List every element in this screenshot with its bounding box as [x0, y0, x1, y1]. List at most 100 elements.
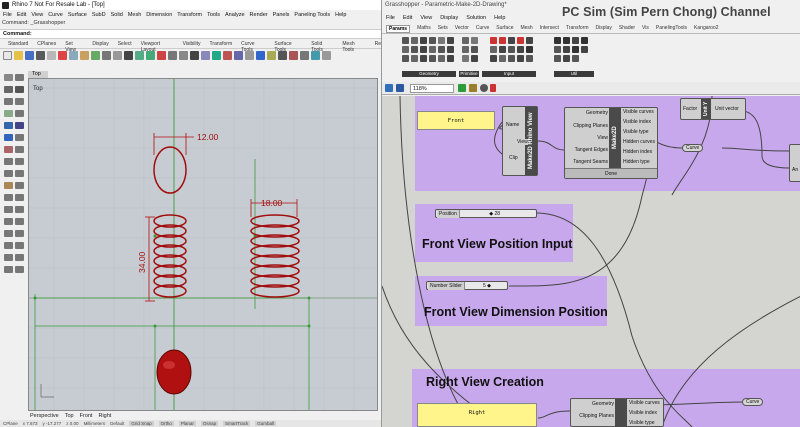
viewport-tab-top[interactable]: Top	[65, 413, 74, 419]
param-subd-icon[interactable]	[447, 55, 454, 62]
output-unit-vector-port[interactable]: Unit vector	[715, 106, 739, 112]
arc-icon[interactable]	[4, 110, 13, 117]
toolbar-tab-set-view[interactable]: Set View	[65, 41, 83, 53]
output-visible-type-port[interactable]: Visible type	[623, 129, 648, 135]
input-clock-icon[interactable]	[526, 46, 533, 53]
right-input-clipping-planes-port[interactable]: Clipping Planes	[574, 413, 614, 419]
polygon-icon[interactable]	[15, 122, 24, 129]
param-twisted-box-icon[interactable]	[411, 55, 418, 62]
input-spinner-icon[interactable]	[517, 55, 524, 62]
rotate-view-icon[interactable]	[113, 51, 122, 60]
input-slider-icon[interactable]	[508, 37, 515, 44]
gumball-icon[interactable]	[289, 51, 298, 60]
param-line-icon[interactable]	[402, 46, 409, 53]
cut-icon[interactable]	[58, 51, 67, 60]
boolean-icon[interactable]	[4, 182, 13, 189]
more-tools-icon[interactable]	[322, 51, 331, 60]
ellipse-icon[interactable]	[15, 110, 24, 117]
toolbar-tab-solid-tools[interactable]: Solid Tools	[311, 41, 333, 53]
toolbar-tab-curve-tools[interactable]: Curve Tools	[241, 41, 265, 53]
output-hidden-curves-port[interactable]: Hidden curves	[623, 139, 655, 145]
input-geometry-port[interactable]: Geometry	[568, 110, 608, 116]
input-factor-port[interactable]: Factor	[683, 106, 697, 112]
gh-tab-mesh[interactable]: Mesh	[520, 25, 532, 33]
print-icon[interactable]	[36, 51, 45, 60]
input-tangent-edges-port[interactable]: Tangent Edges	[568, 147, 608, 153]
gh-tab-kangaroo2[interactable]: Kangaroo2	[694, 25, 718, 33]
curve-param-2[interactable]: Curve	[742, 398, 764, 406]
top-ellipse[interactable]	[153, 146, 187, 194]
unit-y-component[interactable]: Factor Unit Y Unit vector	[680, 98, 746, 120]
array-icon[interactable]	[15, 242, 24, 249]
right-edge-component[interactable]: An	[789, 144, 800, 182]
gh-tab-intersect[interactable]: Intersect	[540, 25, 559, 33]
hatch-icon[interactable]	[4, 266, 13, 273]
gh-tab-maths[interactable]: Maths	[417, 25, 431, 33]
filter-icon[interactable]	[311, 51, 320, 60]
rhino-menu-tools[interactable]: Tools	[207, 12, 220, 18]
gh-tab-shader[interactable]: Shader	[619, 25, 635, 33]
viewport-tab-perspective[interactable]: Perspective	[30, 413, 59, 419]
rhino-menu-mesh[interactable]: Mesh	[128, 12, 141, 18]
param-transform-icon[interactable]	[420, 55, 427, 62]
osnap-toggle[interactable]: Osnap	[200, 421, 219, 426]
make2d-right-component[interactable]: Geometry Clipping Planes Visible curves …	[570, 398, 664, 427]
ortho-toggle[interactable]: Ortho	[158, 421, 174, 426]
gh-open-icon[interactable]	[385, 84, 393, 92]
toolbar-tab-surface-tools[interactable]: Surface Tools	[274, 41, 302, 53]
render-icon[interactable]	[201, 51, 210, 60]
primitive-boolean-icon[interactable]	[462, 37, 469, 44]
right-edge-port[interactable]: An	[792, 167, 798, 173]
rhino-menu-panels[interactable]: Panels	[273, 12, 290, 18]
zoom-icon[interactable]	[124, 51, 133, 60]
history-icon[interactable]	[300, 51, 309, 60]
output-hidden-type-port[interactable]: Hidden type	[623, 159, 650, 165]
zoom-level-field[interactable]: 118%	[410, 84, 454, 93]
viewport-tab-front[interactable]: Front	[80, 413, 93, 419]
util-relay-icon[interactable]	[581, 37, 588, 44]
toolbar-tab-transform[interactable]: Transform	[210, 41, 233, 48]
primitive-text-icon[interactable]	[471, 46, 478, 53]
gh-tab-display[interactable]: Display	[596, 25, 612, 33]
toolbar-tab-display[interactable]: Display	[92, 41, 108, 48]
rhino-menu-edit[interactable]: Edit	[17, 12, 26, 18]
primitive-integer-icon[interactable]	[462, 46, 469, 53]
position-slider[interactable]: Position ◆ 28	[435, 209, 537, 218]
rhino-menu-file[interactable]: File	[3, 12, 12, 18]
gh-menu-file[interactable]: File	[386, 15, 395, 21]
gh-tab-params[interactable]: Params	[386, 25, 411, 33]
solid-box-icon[interactable]	[4, 146, 13, 153]
select-arrow-icon[interactable]	[4, 74, 13, 81]
chamfer-icon[interactable]	[15, 170, 24, 177]
param-mesh-icon[interactable]	[411, 46, 418, 53]
param-group-icon[interactable]	[429, 55, 436, 62]
param-circle-icon[interactable]	[420, 37, 427, 44]
gh-save-icon[interactable]	[396, 84, 404, 92]
toolbar-tab-select[interactable]: Select	[118, 41, 132, 48]
extrude-icon[interactable]	[15, 134, 24, 141]
param-point-icon[interactable]	[429, 46, 436, 53]
zoom-window-icon[interactable]	[146, 51, 155, 60]
util-scribble-icon[interactable]	[563, 46, 570, 53]
gh-eye-icon[interactable]	[480, 84, 488, 92]
input-image-icon[interactable]	[499, 55, 506, 62]
new-file-icon[interactable]	[3, 51, 12, 60]
viewport-tab-right[interactable]: Right	[98, 413, 111, 419]
make2d-rhino-view-component[interactable]: Make2D Rhino View Name Clip View	[502, 106, 538, 176]
param-box-icon[interactable]	[411, 37, 418, 44]
osnap-icon[interactable]	[278, 51, 287, 60]
util-timer-icon[interactable]	[554, 55, 561, 62]
save-icon[interactable]	[25, 51, 34, 60]
status-layer[interactable]: Default	[110, 421, 124, 426]
gh-preview-icon[interactable]	[458, 84, 466, 92]
move-icon[interactable]	[4, 218, 13, 225]
gh-menu-view[interactable]: View	[420, 15, 432, 21]
input-value-list-icon[interactable]	[517, 37, 524, 44]
primitive-number-icon[interactable]	[471, 37, 478, 44]
copy-icon[interactable]	[69, 51, 78, 60]
input-toggle-icon[interactable]	[490, 37, 497, 44]
util-fitness-icon[interactable]	[581, 46, 588, 53]
join-icon[interactable]	[15, 194, 24, 201]
open-file-icon[interactable]	[14, 51, 23, 60]
input-name-port[interactable]: Name	[506, 122, 519, 128]
